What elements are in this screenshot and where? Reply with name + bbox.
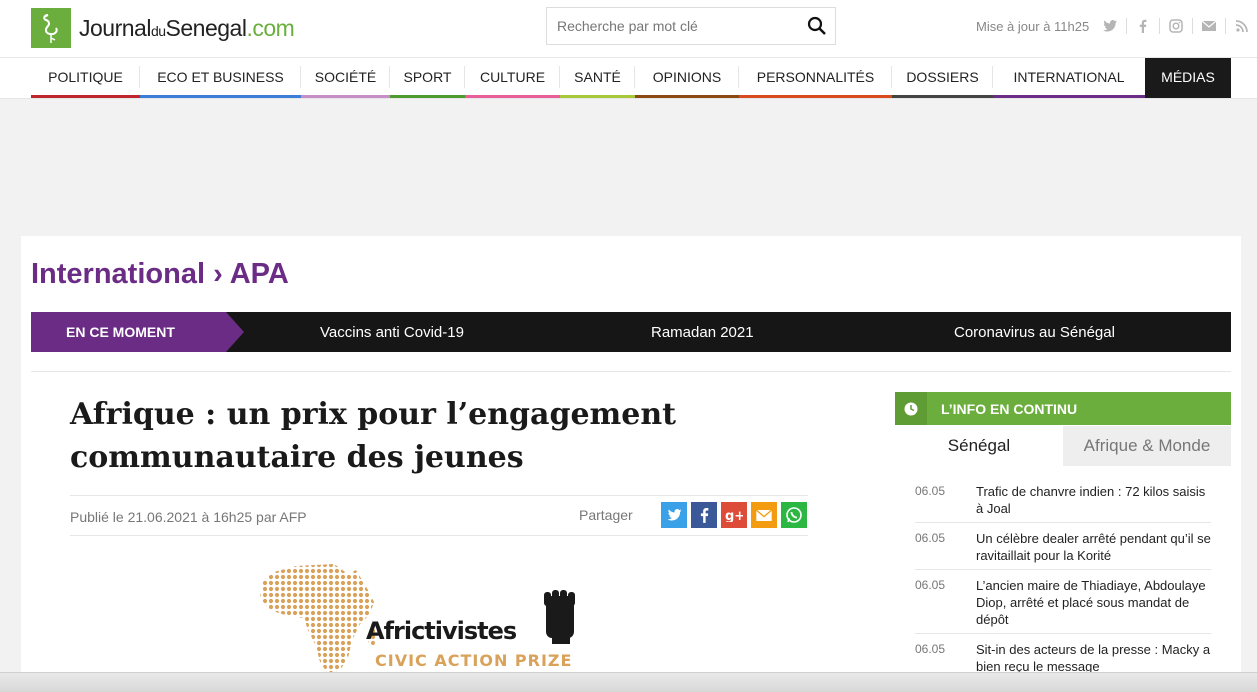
news-item[interactable]: 06.05 Trafic de chanvre indien : 72 kilo…: [915, 483, 1211, 523]
news-item[interactable]: 06.05 L’ancien maire de Thiadiaye, Abdou…: [915, 577, 1211, 634]
nav-item-personnalites[interactable]: PERSONNALITÉS: [739, 58, 892, 98]
tab-senegal[interactable]: Sénégal: [895, 426, 1063, 466]
share-facebook-button[interactable]: [691, 502, 717, 528]
divider: [1192, 18, 1193, 34]
trending-link[interactable]: Coronavirus au Sénégal: [954, 312, 1115, 352]
divider: [70, 535, 808, 536]
instagram-icon[interactable]: [1168, 17, 1184, 35]
nav-item-eco-business[interactable]: ECO ET BUSINESS: [140, 58, 301, 98]
divider: [31, 371, 1231, 372]
article-image: Africtivistes CIVIC ACTION PRIZE: [260, 564, 575, 674]
divider: [1159, 18, 1160, 34]
raised-fist-icon: [544, 590, 575, 644]
nav-item-politique[interactable]: POLITIQUE: [31, 58, 140, 98]
browser-bottom-bar: [0, 672, 1257, 692]
google-plus-icon: g+: [725, 509, 743, 522]
site-logo-text: JournalduSenegal.com: [79, 14, 295, 41]
share-label: Partager: [579, 507, 633, 523]
facebook-icon: [700, 508, 708, 523]
whatsapp-icon: [786, 507, 802, 523]
share-buttons: g+: [661, 502, 811, 528]
trending-arrow: [226, 312, 244, 352]
nav-item-societe[interactable]: SOCIÉTÉ: [301, 58, 390, 98]
twitter-icon[interactable]: [1102, 17, 1118, 35]
news-title: Un célèbre dealer arrêté pendant qu’il s…: [976, 531, 1211, 563]
image-brand: Africtivistes: [366, 617, 517, 645]
svg-text:g+: g+: [725, 509, 743, 522]
trending-label: EN CE MOMENT: [31, 312, 226, 352]
nav-item-dossiers[interactable]: DOSSIERS: [892, 58, 993, 98]
nav-item-opinions[interactable]: OPINIONS: [635, 58, 739, 98]
search-input[interactable]: [547, 8, 799, 44]
trending-link[interactable]: Ramadan 2021: [651, 312, 754, 352]
share-google-plus-button[interactable]: g+: [721, 502, 747, 528]
divider: [1126, 18, 1127, 34]
tab-afrique-monde[interactable]: Afrique & Monde: [1063, 426, 1231, 466]
nav-item-international[interactable]: INTERNATIONAL: [993, 58, 1145, 98]
facebook-icon[interactable]: [1135, 17, 1151, 35]
search-button[interactable]: [799, 8, 835, 44]
image-subtitle: CIVIC ACTION PRIZE: [375, 651, 572, 670]
nav-item-sante[interactable]: SANTÉ: [560, 58, 635, 98]
nav-item-sport[interactable]: SPORT: [390, 58, 465, 98]
article-title: Afrique : un prix pour l’engagement comm…: [70, 397, 677, 475]
site-header: JournalduSenegal.com Mise à jour à 11h25: [0, 0, 1257, 57]
social-links: [1102, 17, 1257, 35]
news-title: Trafic de chanvre indien : 72 kilos sais…: [976, 484, 1206, 516]
info-continue-header: L’INFO EN CONTINU: [895, 392, 1231, 425]
breadcrumb: International › APA: [31, 258, 289, 291]
search-box: [546, 7, 836, 45]
divider: [70, 495, 808, 496]
divider: [1225, 18, 1226, 34]
news-date: 06.05: [915, 642, 946, 656]
news-date: 06.05: [915, 531, 946, 545]
mail-icon[interactable]: [1201, 17, 1217, 35]
news-title: Sit-in des acteurs de la presse : Macky …: [976, 642, 1211, 674]
info-continue-title: L’INFO EN CONTINU: [941, 400, 1078, 417]
rss-icon[interactable]: [1234, 17, 1250, 35]
article-meta: Publié le 21.06.2021 à 16h25 par AFP: [70, 509, 307, 525]
nav-item-culture[interactable]: CULTURE: [465, 58, 560, 98]
update-time: Mise à jour à 11h25: [976, 19, 1090, 34]
breadcrumb-sub[interactable]: APA: [230, 258, 289, 290]
twitter-icon: [667, 509, 681, 521]
share-whatsapp-button[interactable]: [781, 502, 807, 528]
search-icon: [807, 16, 826, 35]
flamingo-logo-icon: [31, 8, 71, 48]
main-nav: POLITIQUE ECO ET BUSINESS SOCIÉTÉ SPORT …: [0, 57, 1257, 99]
trending-link[interactable]: Vaccins anti Covid-19: [320, 312, 464, 352]
share-email-button[interactable]: [751, 502, 777, 528]
news-item[interactable]: 06.05 Un célèbre dealer arrêté pendant q…: [915, 530, 1211, 570]
nav-item-medias[interactable]: MÉDIAS: [1145, 58, 1231, 98]
site-logo[interactable]: JournalduSenegal.com: [31, 8, 295, 48]
news-tabs: Sénégal Afrique & Monde: [895, 426, 1231, 466]
breadcrumb-separator: ›: [205, 258, 230, 290]
news-date: 06.05: [915, 578, 946, 592]
trending-bar: EN CE MOMENT Vaccins anti Covid-19 Ramad…: [31, 312, 1231, 352]
clock-icon: [895, 392, 927, 425]
news-date: 06.05: [915, 484, 946, 498]
news-title: L’ancien maire de Thiadiaye, Abdoulaye D…: [976, 578, 1206, 627]
breadcrumb-section[interactable]: International: [31, 258, 205, 290]
mail-icon: [756, 509, 772, 521]
share-twitter-button[interactable]: [661, 502, 687, 528]
